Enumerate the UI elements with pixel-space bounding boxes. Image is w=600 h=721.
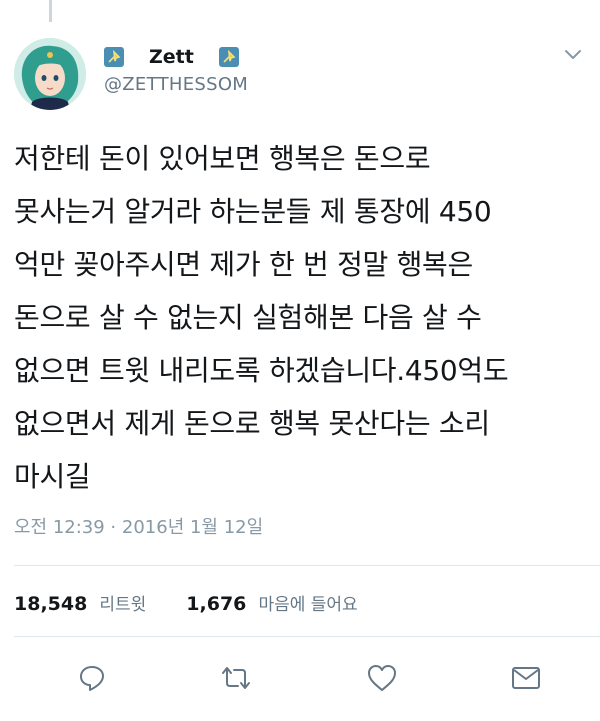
name-decoration-left [104, 45, 143, 69]
tweet-header: Zett @ZETTHESSOM [14, 34, 586, 114]
retweet-stat[interactable]: 18,548 리트윗 [14, 590, 146, 615]
like-stat[interactable]: 1,676 마음에 들어요 [186, 590, 357, 615]
divider [14, 636, 600, 637]
heart-icon [366, 663, 398, 697]
name-decoration-right [200, 45, 239, 69]
retweet-icon [219, 663, 253, 697]
retweet-label: 리트윗 [99, 595, 147, 615]
tweet-text: 저한테 돈이 있어보면 행복은 돈으로 못사는거 알거라 하는분들 제 통장에 … [14, 142, 509, 493]
divider [14, 565, 600, 566]
thread-connector-line [49, 0, 52, 22]
display-name[interactable]: Zett [149, 46, 194, 68]
retweet-count: 18,548 [14, 593, 88, 615]
like-count: 1,676 [186, 593, 247, 615]
star-emoji-icon [218, 47, 239, 67]
dm-button[interactable] [506, 660, 546, 700]
reply-icon [77, 663, 107, 697]
avatar[interactable] [14, 38, 86, 110]
user-handle[interactable]: @ZETTHESSOM [104, 74, 248, 95]
like-label: 마음에 들어요 [258, 595, 358, 615]
like-button[interactable] [362, 660, 402, 700]
crescent-moon-icon [127, 45, 143, 69]
crescent-moon-icon [200, 45, 216, 69]
chevron-down-icon[interactable] [564, 46, 582, 59]
envelope-icon [510, 665, 542, 695]
reply-button[interactable] [72, 660, 112, 700]
tweet-stats: 18,548 리트윗 1,676 마음에 들어요 [14, 590, 358, 615]
tweet-actions [0, 660, 600, 710]
retweet-button[interactable] [216, 660, 256, 700]
tweet-timestamp[interactable]: 오전 12:39 · 2016년 1월 12일 [14, 513, 263, 539]
star-emoji-icon [104, 47, 124, 67]
user-names: Zett @ZETTHESSOM [104, 44, 248, 95]
